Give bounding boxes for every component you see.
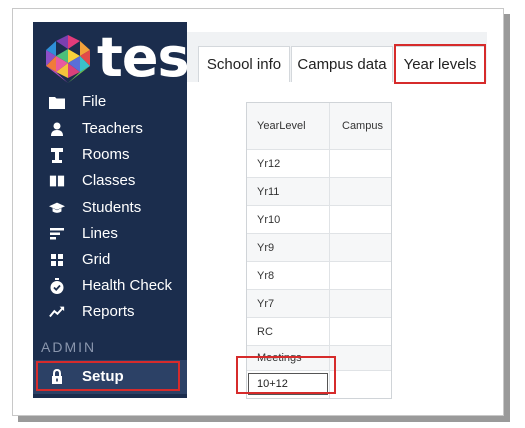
table-row[interactable]: Yr9: [247, 233, 391, 261]
book-icon: [49, 173, 65, 189]
column-header-campus[interactable]: Campus: [330, 103, 391, 149]
cell-campus[interactable]: [330, 206, 391, 233]
tes-logo: tes: [41, 26, 190, 90]
column-header-yearlevel[interactable]: YearLevel: [247, 103, 330, 149]
sidebar-item-label: Lines: [82, 225, 118, 242]
tab-bar: School info Campus data Year levels: [187, 32, 487, 82]
cell-campus[interactable]: [330, 150, 391, 177]
table-row[interactable]: Yr10: [247, 205, 391, 233]
cell-yearlevel: RC: [247, 318, 330, 345]
sidebar-item-label: Health Check: [82, 277, 173, 294]
lectern-icon: [49, 147, 65, 163]
sidebar-item-label: Setup: [82, 368, 124, 385]
sidebar-item-rooms[interactable]: Rooms: [33, 143, 187, 167]
cell-yearlevel: Yr11: [247, 178, 330, 205]
sidebar-item-lines[interactable]: Lines: [33, 222, 187, 246]
tab-label: Campus data: [297, 56, 387, 73]
person-icon: [49, 121, 65, 137]
table-row-editing[interactable]: [247, 370, 391, 398]
lock-icon: [49, 369, 65, 385]
tab-label: School info: [206, 56, 282, 73]
sidebar-item-label: Reports: [82, 303, 135, 320]
cell-yearlevel: Yr10: [247, 206, 330, 233]
lines-icon: [49, 226, 65, 242]
table-row[interactable]: RC: [247, 317, 391, 345]
cell-yearlevel: Yr12: [247, 150, 330, 177]
tab-campus-data[interactable]: Campus data: [291, 46, 393, 82]
cell-yearlevel: [247, 371, 330, 398]
cell-campus[interactable]: [330, 290, 391, 317]
sidebar-item-grid[interactable]: Grid: [33, 248, 187, 272]
cell-campus[interactable]: [330, 234, 391, 261]
cell-campus[interactable]: [330, 262, 391, 289]
sidebar-item-label: Classes: [82, 172, 136, 189]
sidebar-item-label: File: [82, 93, 107, 110]
sidebar-item-label: Grid: [82, 251, 111, 268]
stopwatch-check-icon: [49, 278, 65, 294]
logo-mosaic-icon: [46, 35, 90, 83]
table-header-row: YearLevel Campus: [247, 103, 391, 149]
cell-campus[interactable]: [330, 318, 391, 345]
sidebar-item-health-check[interactable]: Health Check: [33, 274, 187, 298]
sidebar-item-label: Teachers: [82, 120, 143, 137]
section-label-admin: ADMIN: [41, 339, 97, 355]
yearlevel-edit-input[interactable]: [248, 373, 328, 395]
table-row[interactable]: Yr8: [247, 261, 391, 289]
sidebar-item-reports[interactable]: Reports: [33, 300, 187, 324]
year-levels-table: YearLevel Campus Yr12 Yr11 Yr10 Yr9 Yr8 …: [246, 102, 392, 399]
graduation-cap-icon: [49, 200, 65, 216]
cell-yearlevel: Yr9: [247, 234, 330, 261]
sidebar-item-classes[interactable]: Classes: [33, 169, 187, 193]
cell-campus[interactable]: [330, 178, 391, 205]
table-row[interactable]: Yr12: [247, 149, 391, 177]
sidebar: tes File Teachers Rooms Classes Students: [33, 22, 190, 398]
table-row[interactable]: Meetings: [247, 345, 391, 370]
cell-yearlevel: Yr7: [247, 290, 330, 317]
sidebar-item-setup[interactable]: Setup: [33, 360, 187, 394]
cell-yearlevel: Yr8: [247, 262, 330, 289]
cell-campus[interactable]: [330, 346, 391, 370]
grid-icon: [49, 252, 65, 268]
sidebar-item-teachers[interactable]: Teachers: [33, 117, 187, 141]
table-row[interactable]: Yr11: [247, 177, 391, 205]
logo-text: tes: [97, 26, 190, 89]
tab-label: Year levels: [403, 56, 477, 73]
cell-campus[interactable]: [330, 371, 391, 398]
table-row[interactable]: Yr7: [247, 289, 391, 317]
folder-icon: [49, 94, 65, 110]
tab-school-info[interactable]: School info: [198, 46, 290, 82]
sidebar-item-students[interactable]: Students: [33, 196, 187, 220]
sidebar-item-file[interactable]: File: [33, 90, 187, 114]
sidebar-item-label: Students: [82, 199, 142, 216]
trend-chart-icon: [49, 304, 65, 320]
cell-yearlevel: Meetings: [247, 346, 330, 370]
sidebar-item-label: Rooms: [82, 146, 130, 163]
tab-year-levels[interactable]: Year levels: [394, 46, 486, 82]
